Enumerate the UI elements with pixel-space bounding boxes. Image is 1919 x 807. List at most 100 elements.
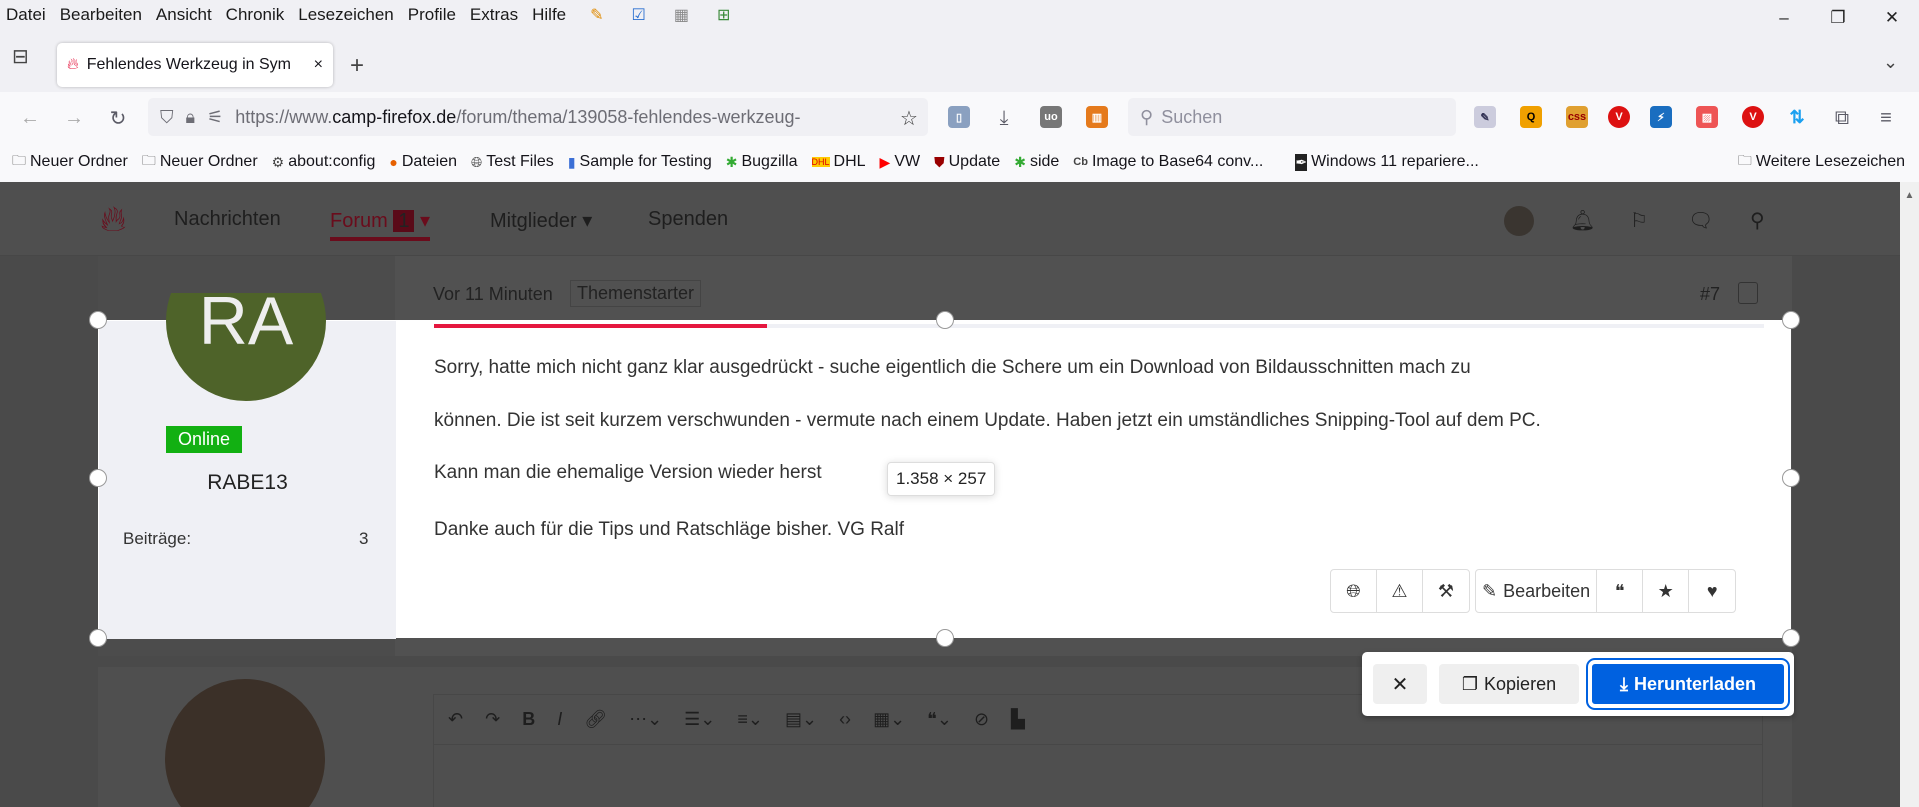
back-icon[interactable]: ← — [14, 102, 46, 134]
site-logo-flame-icon[interactable]: 🔥︎ — [100, 198, 126, 241]
nav-forum[interactable]: Forum 1 ▾ — [330, 208, 431, 241]
bookmark-item[interactable]: ⛊ Update — [934, 153, 1000, 171]
code-icon[interactable]: ‹› — [839, 709, 851, 730]
resize-handle-ne[interactable] — [1782, 311, 1800, 329]
extension-icon[interactable]: ▥ — [1086, 106, 1108, 128]
nav-nachrichten[interactable]: Nachrichten — [174, 208, 281, 231]
resize-handle-e[interactable] — [1782, 469, 1800, 487]
italic-icon[interactable]: I — [557, 709, 562, 730]
menu-hamburger-icon[interactable]: ≡ — [1870, 102, 1902, 134]
vivaldi-icon[interactable]: V — [1742, 106, 1764, 128]
bookmark-star-icon[interactable]: ☆ — [893, 102, 925, 134]
bookmark-item[interactable]: 🌐︎ Test Files — [471, 153, 554, 171]
more-icon[interactable]: ⋯⌄ — [629, 709, 662, 730]
username[interactable]: RABE13 — [99, 471, 396, 495]
resize-handle-se[interactable] — [1782, 629, 1800, 647]
gavel-icon[interactable]: ⚒ — [1423, 570, 1469, 612]
menu-extras[interactable]: Extras — [470, 5, 518, 25]
user-avatar[interactable] — [1504, 206, 1534, 236]
page-scrollbar[interactable]: ▲ — [1900, 182, 1919, 807]
screenshot-add-icon[interactable]: ⊞ — [717, 5, 730, 25]
search-extension-icon[interactable]: Q — [1520, 106, 1542, 128]
warning-icon[interactable]: ⚠︎ — [1377, 570, 1423, 612]
flag-icon[interactable]: ⚐ — [1630, 208, 1648, 233]
resize-handle-n[interactable] — [936, 311, 954, 329]
pencil-icon[interactable]: ✎ — [590, 5, 603, 25]
calendar-icon[interactable]: ▦ — [674, 5, 689, 25]
search-icon[interactable]: ⚲ — [1750, 208, 1765, 233]
resize-handle-nw[interactable] — [89, 311, 107, 329]
bookmark-item[interactable]: ✱ side — [1014, 153, 1059, 171]
bookmark-item[interactable]: 🗀 Neuer Ordner — [12, 150, 128, 174]
scroll-up-icon[interactable]: ▲ — [1900, 190, 1919, 201]
image-edit-icon[interactable]: ▨ — [1696, 106, 1718, 128]
bookmark-item[interactable]: ▮ Sample for Testing — [568, 153, 712, 171]
tab-overview-icon[interactable]: ⊟ — [12, 44, 29, 69]
avatar[interactable]: RA — [166, 293, 326, 401]
table-icon[interactable]: ▦⌄ — [873, 709, 905, 730]
globe-icon[interactable]: 🌐︎ — [1331, 570, 1377, 612]
nav-spenden[interactable]: Spenden — [648, 208, 728, 231]
heart-icon[interactable]: ♥ — [1689, 570, 1735, 612]
script-icon[interactable]: ✎ — [1474, 106, 1496, 128]
menu-bearbeiten[interactable]: Bearbeiten — [60, 5, 142, 25]
forward-icon[interactable]: → — [58, 102, 90, 134]
edit-button[interactable]: ✎ Bearbeiten — [1476, 570, 1598, 612]
link-icon[interactable]: 🔗︎ — [584, 709, 607, 730]
menu-lesezeichen[interactable]: Lesezeichen — [298, 5, 393, 25]
bookmark-item[interactable]: ✱ Bugzilla — [726, 153, 798, 171]
redo-icon[interactable]: ↷ — [485, 709, 500, 730]
bookmark-item[interactable]: Cb Image to Base64 conv... — [1073, 153, 1263, 171]
attachment-icon[interactable]: ▙ — [1011, 709, 1025, 730]
screenshot-selection[interactable]: RA Online RABE13 Beiträge: 3 Sorry, hatt… — [98, 293, 1791, 639]
lock-icon[interactable]: 🔒︎ — [186, 107, 196, 128]
resize-handle-s[interactable] — [936, 629, 954, 647]
copy-button[interactable]: ❐ Kopieren — [1439, 664, 1579, 704]
tab-active[interactable]: 🔥︎ Fehlendes Werkzeug in Sym × — [57, 43, 333, 87]
extensions-puzzle-icon[interactable]: ⧉ — [1826, 102, 1858, 134]
bolt-icon[interactable]: ⚡︎ — [1650, 106, 1672, 128]
bell-icon[interactable]: 🔔︎ — [1570, 208, 1595, 233]
more-bookmarks[interactable]: 🗀 Weitere Lesezeichen — [1738, 150, 1905, 174]
bookmark-item[interactable]: 🗀 Neuer Ordner — [142, 150, 258, 174]
bookmark-item[interactable]: DHL DHL — [811, 153, 866, 171]
w3c-validator-icon[interactable]: ☑ — [632, 5, 646, 25]
menu-hilfe[interactable]: Hilfe — [532, 5, 566, 25]
menu-ansicht[interactable]: Ansicht — [156, 5, 212, 25]
quote-icon[interactable]: ❝⌄ — [927, 709, 952, 730]
shield-icon[interactable]: ⛉ — [160, 107, 174, 128]
spoiler-icon[interactable]: ⊘ — [974, 709, 989, 730]
quote-icon[interactable]: ❝ — [1597, 570, 1644, 612]
align-icon[interactable]: ≡⌄ — [737, 709, 763, 730]
bold-icon[interactable]: B — [522, 709, 535, 730]
resize-handle-sw[interactable] — [89, 629, 107, 647]
list-tabs-chevron-icon[interactable]: ⌄ — [1883, 52, 1898, 73]
conversations-icon[interactable]: 🗨︎ — [1688, 208, 1713, 233]
ublock-icon[interactable]: uo — [1040, 106, 1062, 128]
resize-handle-w[interactable] — [89, 469, 107, 487]
download-icon[interactable]: ⤓ — [988, 102, 1020, 134]
permissions-icon[interactable]: ⚟ — [207, 107, 223, 128]
post-number[interactable]: #7 — [1700, 284, 1720, 305]
tab-close-icon[interactable]: × — [314, 56, 323, 74]
bookmark-item[interactable]: ✒ Windows 11 repariere... — [1295, 153, 1479, 171]
nav-mitglieder[interactable]: Mitglieder ▾ — [490, 208, 592, 233]
bookmark-item[interactable]: ▶ VW — [880, 153, 921, 171]
css-icon[interactable]: css — [1566, 106, 1588, 128]
new-tab-button[interactable]: + — [350, 52, 364, 80]
code-file-icon[interactable]: ▤⌄ — [785, 709, 817, 730]
vivaldi-icon[interactable]: V — [1608, 106, 1630, 128]
bookmark-item[interactable]: ● Dateien — [389, 153, 457, 171]
post-select-checkbox[interactable] — [1738, 282, 1758, 304]
menu-chronik[interactable]: Chronik — [226, 5, 285, 25]
cancel-screenshot-button[interactable]: ✕ — [1373, 664, 1427, 704]
search-input[interactable]: ⚲ Suchen — [1128, 98, 1456, 136]
sync-icon[interactable]: ⇅ — [1786, 106, 1808, 128]
reload-icon[interactable]: ↻ — [102, 102, 134, 134]
bookmark-item[interactable]: ⚙ about:config — [272, 153, 376, 171]
menu-profile[interactable]: Profile — [408, 5, 456, 25]
extension-icon[interactable]: ▯ — [948, 106, 970, 128]
undo-icon[interactable]: ↶ — [448, 709, 463, 730]
list-icon[interactable]: ☰⌄ — [684, 709, 715, 730]
download-button[interactable]: ⤓ Herunterladen — [1586, 658, 1790, 710]
